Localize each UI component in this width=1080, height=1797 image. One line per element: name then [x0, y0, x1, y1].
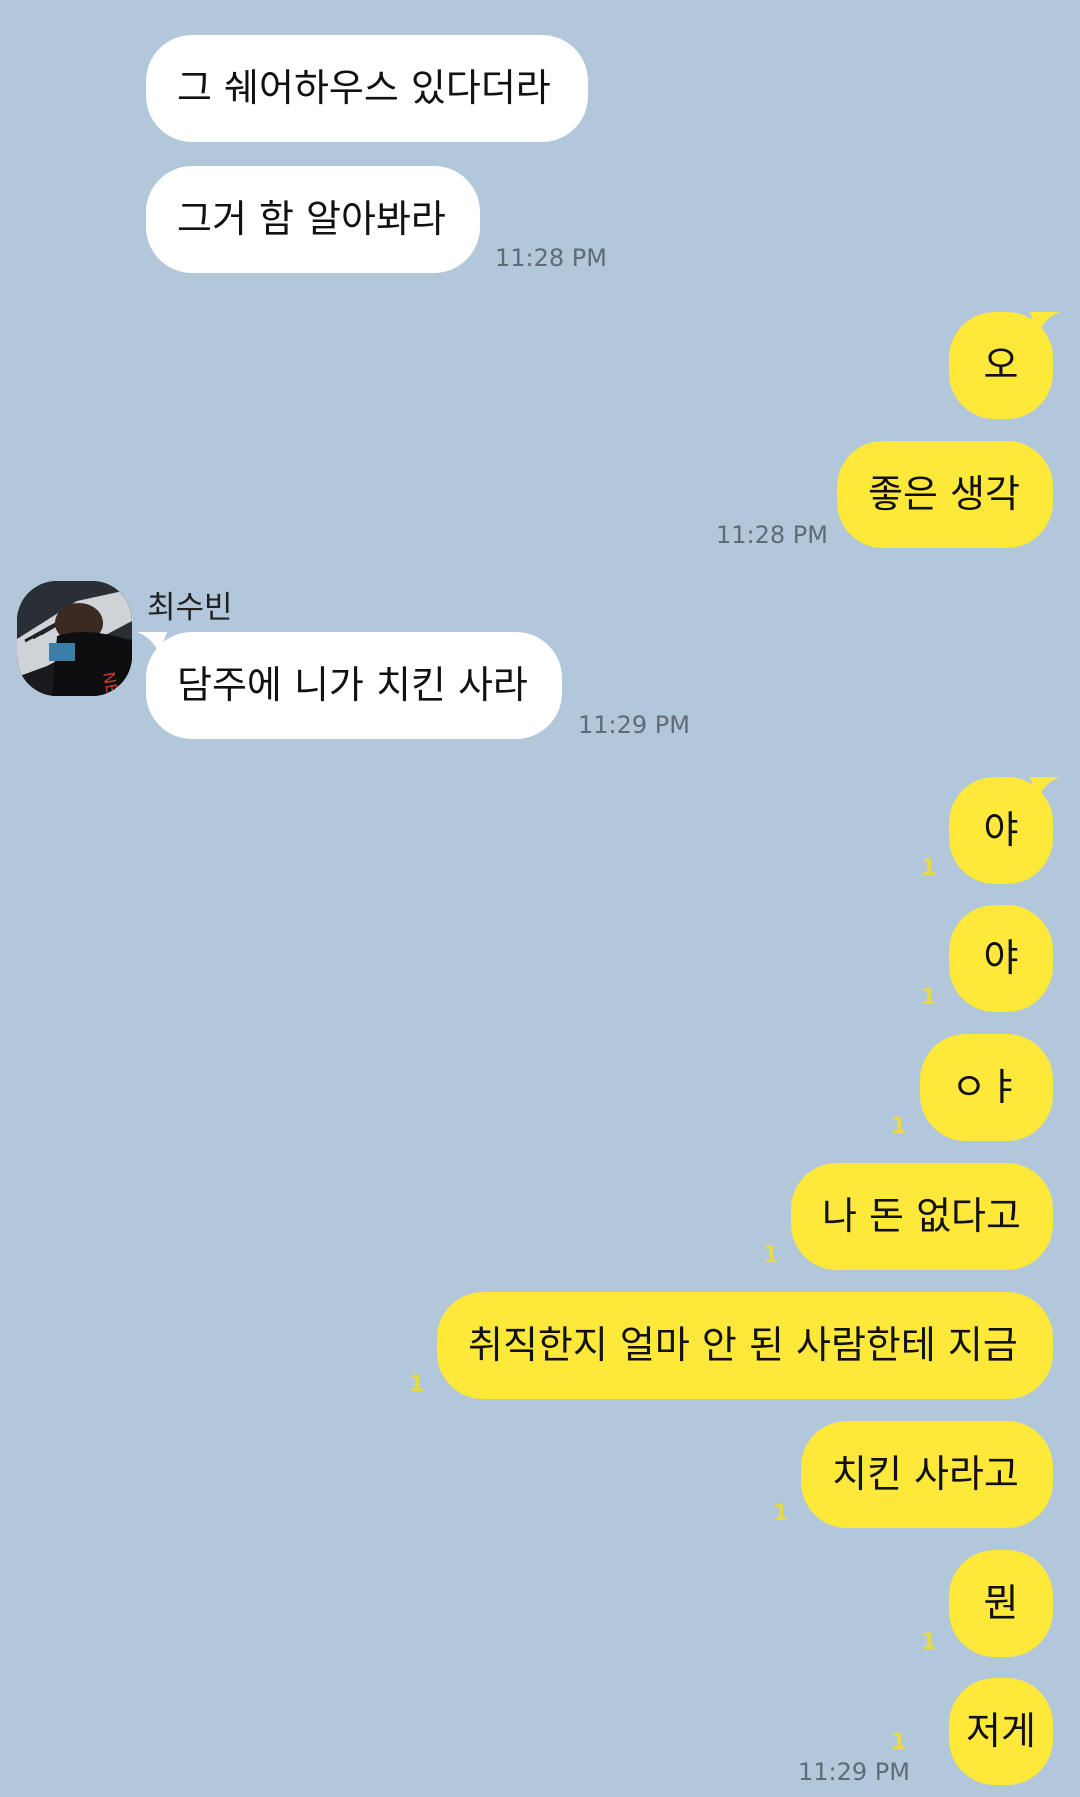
- message-text: 치킨 사라고: [832, 1452, 1019, 1496]
- outgoing-message-bubble[interactable]: 야: [949, 905, 1053, 1012]
- message-text: 오: [983, 343, 1019, 387]
- bubble-tail-icon: [1030, 312, 1060, 334]
- message-text: 좋은 생각: [868, 472, 1020, 516]
- unread-count: 1: [921, 856, 937, 881]
- unread-count: 1: [921, 1630, 937, 1655]
- outgoing-message-bubble[interactable]: 좋은 생각: [837, 441, 1053, 548]
- incoming-message-bubble[interactable]: 담주에 니가 치킨 사라: [146, 632, 562, 739]
- message-timestamp: 11:28 PM: [495, 244, 607, 272]
- unread-count: 1: [763, 1243, 779, 1268]
- unread-count: 1: [773, 1501, 789, 1526]
- sender-avatar[interactable]: NE: [17, 581, 132, 696]
- svg-text:NE: NE: [99, 670, 122, 695]
- message-text: 담주에 니가 치킨 사라: [177, 663, 528, 707]
- message-text: 나 돈 없다고: [822, 1194, 1021, 1238]
- outgoing-message-bubble[interactable]: 나 돈 없다고: [791, 1163, 1053, 1270]
- message-timestamp: 11:28 PM: [716, 521, 828, 549]
- message-text: 그거 함 알아봐라: [177, 197, 446, 241]
- message-text: ㅇㅑ: [951, 1065, 1022, 1109]
- message-text: 취직한지 얼마 안 된 사람한테 지금: [468, 1323, 1018, 1367]
- unread-count: 1: [891, 1114, 907, 1139]
- outgoing-message-bubble[interactable]: ㅇㅑ: [920, 1034, 1053, 1141]
- outgoing-message-bubble[interactable]: 뭔: [949, 1550, 1053, 1657]
- message-text: 야: [983, 936, 1019, 980]
- sender-name: 최수빈: [147, 590, 233, 626]
- incoming-message-bubble[interactable]: 그거 함 알아봐라: [146, 166, 480, 273]
- message-text: 야: [983, 808, 1019, 852]
- outgoing-message-bubble[interactable]: 치킨 사라고: [801, 1421, 1053, 1528]
- outgoing-message-bubble[interactable]: 저게: [949, 1678, 1053, 1785]
- profile-photo-icon: NE: [17, 581, 132, 696]
- unread-count: 1: [921, 985, 937, 1010]
- unread-count: 1: [409, 1372, 425, 1397]
- message-text: 그 쉐어하우스 있다더라: [177, 66, 551, 110]
- message-text: 뭔: [983, 1581, 1019, 1625]
- message-text: 저게: [966, 1709, 1036, 1753]
- unread-count: 1: [891, 1730, 907, 1755]
- bubble-tail-icon: [1030, 777, 1060, 799]
- message-timestamp: 11:29 PM: [578, 711, 690, 739]
- message-timestamp: 11:29 PM: [798, 1758, 910, 1786]
- outgoing-message-bubble[interactable]: 취직한지 얼마 안 된 사람한테 지금: [437, 1292, 1053, 1399]
- incoming-message-bubble[interactable]: 그 쉐어하우스 있다더라: [146, 35, 588, 142]
